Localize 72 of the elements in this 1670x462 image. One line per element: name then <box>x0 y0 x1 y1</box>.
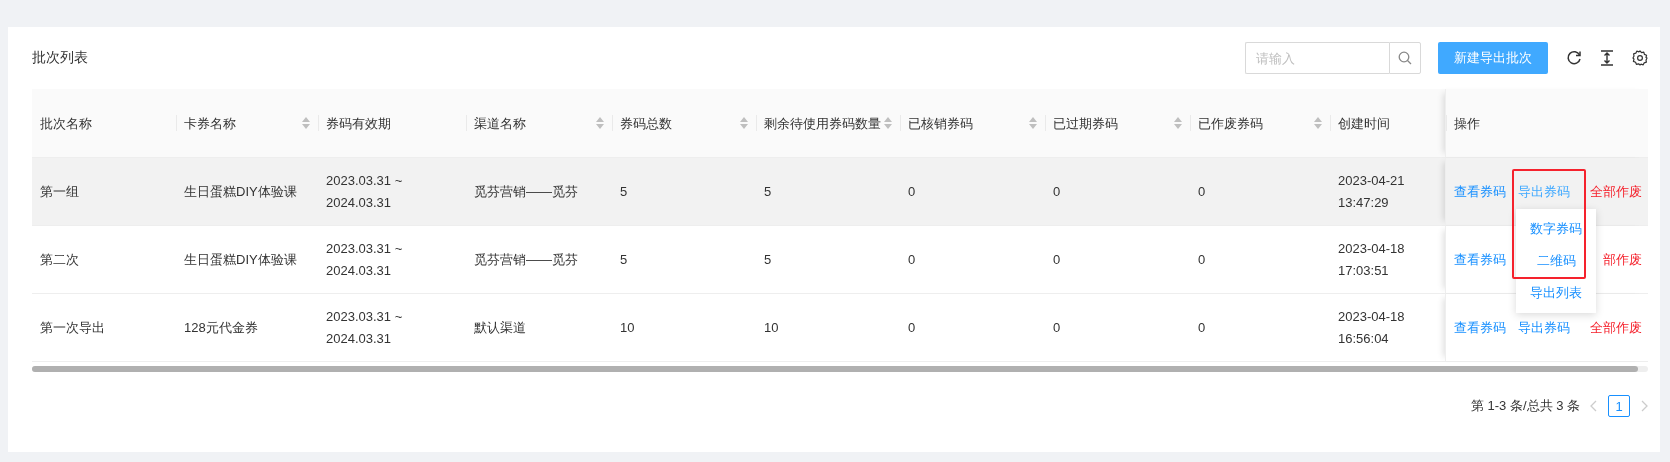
search-icon[interactable] <box>1398 51 1412 65</box>
menu-item[interactable]: 二维码 <box>1536 249 1576 272</box>
column-header: 已作废券码 <box>1198 114 1263 133</box>
table-cell-text: 生日蛋糕DIY体验课 <box>184 250 297 269</box>
table-cell-text: 0 <box>908 182 916 201</box>
sort-icon[interactable] <box>740 117 748 129</box>
column-header: 卡券名称 <box>184 114 236 133</box>
sort-icon[interactable] <box>1174 117 1182 129</box>
settings-icon[interactable] <box>1632 50 1648 66</box>
menu-item[interactable]: 数字券码 <box>1530 217 1582 240</box>
menu-item[interactable]: 导出列表 <box>1530 281 1582 304</box>
sort-icon[interactable] <box>1314 117 1322 129</box>
table-cell-text: 2023-04-18 17:03:51 <box>1338 239 1406 280</box>
table-cell-text: 0 <box>1198 182 1206 201</box>
card-title: 批次列表 <box>32 49 89 67</box>
table-cell-text: 5 <box>764 182 772 201</box>
table-cell-text: 10 <box>620 318 635 337</box>
table-cell-text: 觅芬营销——觅芬 <box>474 250 578 269</box>
table-cell-text: 2023.03.31 ~ 2024.03.31 <box>326 307 404 348</box>
table-cell-text: 5 <box>764 250 772 269</box>
search-field[interactable]: 请输入 <box>1245 42 1389 74</box>
sort-icon[interactable] <box>596 117 604 129</box>
table-cell-text: 0 <box>908 318 916 337</box>
table-cell-text: 第一次导出 <box>40 318 105 337</box>
page-button[interactable]: 1 <box>1608 395 1630 417</box>
table-cell-text: 10 <box>764 318 779 337</box>
sort-icon[interactable] <box>302 117 310 129</box>
refresh-icon[interactable] <box>1566 50 1582 66</box>
column-header: 批次名称 <box>40 114 92 133</box>
new-export-button[interactable]: 新建导出批次 <box>1438 42 1548 74</box>
void-all-link[interactable]: 全部作废 <box>1590 183 1642 199</box>
view-codes-link[interactable]: 查看券码 <box>1454 251 1506 267</box>
view-codes-link[interactable]: 查看券码 <box>1454 319 1506 335</box>
table-cell-text: 0 <box>1053 250 1061 269</box>
search-button[interactable] <box>1389 42 1421 74</box>
column-header: 已过期券码 <box>1053 114 1118 133</box>
export-codes-link[interactable]: 导出券码 <box>1518 319 1570 335</box>
void-all-link[interactable]: 全部作废 <box>1590 319 1642 335</box>
table-cell-text: 0 <box>1053 182 1061 201</box>
column-header: 已核销券码 <box>908 114 973 133</box>
column-header: 创建时间 <box>1338 114 1390 133</box>
table-cell-text: 生日蛋糕DIY体验课 <box>184 182 297 201</box>
table-cell-text: 128元代金券 <box>184 318 258 337</box>
sort-icon[interactable] <box>884 117 892 129</box>
table-cell-text: 0 <box>1053 318 1061 337</box>
table-cell-text: 5 <box>620 250 628 269</box>
column-header: 操作 <box>1454 114 1480 133</box>
table-cell-text: 0 <box>908 250 916 269</box>
column-height-icon[interactable] <box>1600 50 1614 66</box>
table-cell-text: 0 <box>1198 250 1206 269</box>
column-header: 渠道名称 <box>474 114 526 133</box>
pagination-summary: 第 1-3 条/总共 3 条 <box>1470 397 1580 415</box>
next-page-icon[interactable] <box>1640 400 1648 412</box>
table-cell-text: 0 <box>1198 318 1206 337</box>
table-cell-text: 2023.03.31 ~ 2024.03.31 <box>326 239 404 280</box>
view-codes-link[interactable]: 查看券码 <box>1454 183 1506 199</box>
void-all-link[interactable]: 部作废 <box>1603 251 1642 267</box>
table-cell-text: 2023-04-18 16:56:04 <box>1338 307 1406 348</box>
sort-icon[interactable] <box>1029 117 1037 129</box>
table-cell-text: 2023.03.31 ~ 2024.03.31 <box>326 171 404 212</box>
table-cell-text: 默认渠道 <box>474 318 526 337</box>
horizontal-scrollbar[interactable] <box>32 366 1648 372</box>
column-header: 券码有效期 <box>326 114 391 133</box>
column-header: 剩余待使用券码数量 <box>764 114 881 133</box>
column-header: 券码总数 <box>620 114 672 133</box>
table-cell-text: 觅芬营销——觅芬 <box>474 182 578 201</box>
table-cell-text: 第二次 <box>40 250 79 269</box>
table-cell-text: 5 <box>620 182 628 201</box>
table-cell-text: 2023-04-21 13:47:29 <box>1338 171 1406 212</box>
export-codes-link[interactable]: 导出券码 <box>1518 183 1570 199</box>
previous-page-icon[interactable] <box>1590 400 1598 412</box>
table-cell-text: 第一组 <box>40 182 79 201</box>
